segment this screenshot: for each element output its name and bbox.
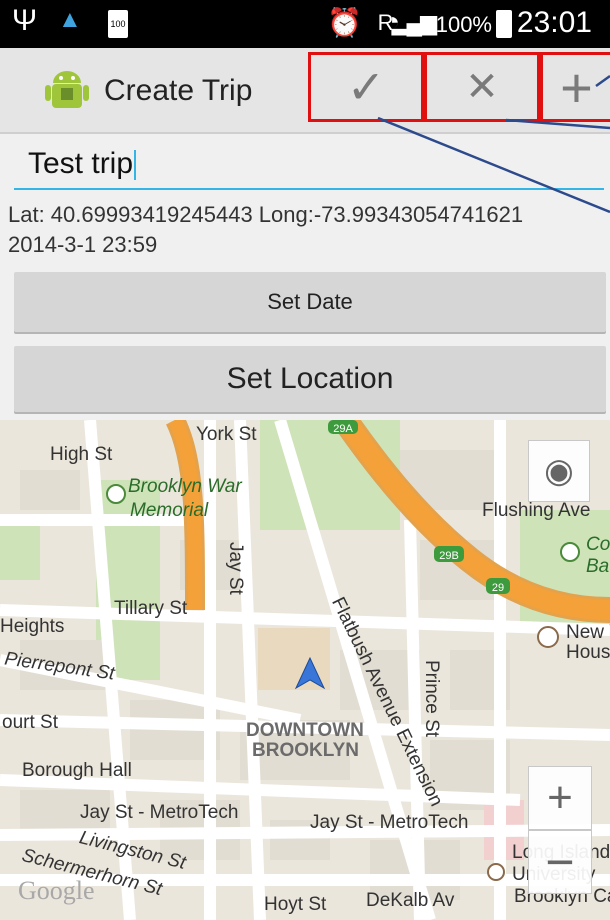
route-label: 29B: [439, 550, 459, 562]
battery-percent: 100%: [435, 12, 492, 37]
map-label: Borough Hall: [22, 760, 132, 781]
map-label: Flushing Ave: [482, 500, 591, 521]
roaming-label: R: [377, 10, 394, 35]
route-label: 29: [492, 582, 504, 594]
lat-long-text: Lat: 40.69993419245443 Long:-73.99343054…: [8, 202, 524, 227]
map-label: BROOKLYN: [252, 740, 359, 761]
battery-widget-icon: 100: [108, 10, 128, 38]
map-label: DeKalb Av: [366, 890, 455, 911]
zoom-in-button[interactable]: +: [528, 766, 592, 830]
map-label: New Y: [566, 622, 610, 643]
add-button[interactable]: +: [540, 52, 610, 122]
cancel-button[interactable]: ✕: [424, 52, 540, 122]
my-location-button[interactable]: ◉: [528, 440, 590, 502]
app-android-icon: [45, 71, 89, 108]
signal-icon: R▂▄▆: [377, 10, 437, 35]
park-area: [0, 520, 40, 580]
datetime-text: 2014-3-1 23:59: [8, 232, 158, 257]
map-label: ourt St: [2, 712, 58, 733]
zoom-minus-icon: −: [545, 834, 575, 890]
crosshair-icon: ◉: [544, 452, 574, 490]
battery-icon: [496, 10, 512, 38]
park-pin-icon: [106, 484, 126, 504]
trip-name-input[interactable]: Test trip: [14, 142, 604, 190]
checkmark-icon: ✓: [346, 61, 386, 113]
page-title: Create Trip: [104, 74, 253, 107]
zoom-plus-icon: +: [547, 773, 573, 822]
action-bar: Create Trip ✓ ✕ +: [0, 48, 610, 134]
map-label: Co: [586, 534, 610, 555]
set-location-button[interactable]: Set Location: [14, 346, 606, 412]
park-pin-icon: [560, 542, 580, 562]
zoom-out-button[interactable]: −: [528, 830, 592, 894]
map-label: Brooklyn War: [128, 476, 242, 497]
cleaner-icon: ▲: [58, 6, 82, 33]
map-label: Hoyt St: [264, 894, 327, 915]
trip-name-value: Test trip: [28, 147, 134, 180]
save-trip-button[interactable]: ✓: [308, 52, 424, 122]
map-label: Housi: [566, 642, 610, 663]
map-label: Jay St - MetroTech: [310, 812, 469, 833]
text-caret: [134, 150, 137, 181]
route-label: 29A: [333, 423, 353, 435]
map-label: DOWNTOWN: [246, 720, 364, 741]
map-label: York St: [196, 424, 257, 445]
google-logo: Google: [18, 876, 95, 905]
map-label: Jay St - MetroTech: [80, 802, 239, 823]
map-label: High St: [50, 444, 113, 465]
usb-icon: Ψ: [12, 4, 38, 37]
university-pin-icon: [487, 863, 505, 881]
map-label: Jay St: [225, 542, 246, 595]
alarm-icon: ⏰: [327, 7, 362, 38]
map-label: Tillary St: [114, 598, 188, 619]
clock: 23:01: [516, 6, 592, 39]
close-icon: ✕: [465, 65, 499, 109]
plus-icon: +: [560, 55, 593, 119]
museum-pin-icon: [537, 626, 559, 648]
set-date-button[interactable]: Set Date: [14, 272, 606, 332]
map-label: Prince St: [421, 660, 442, 738]
map-label: Memorial: [130, 500, 209, 521]
map-label: Heights: [0, 616, 65, 637]
map-label: Ba: [586, 556, 610, 577]
status-bar: Ψ ▲ 100 ⏰ ◔ R▂▄▆ 100% 23:01: [0, 0, 610, 48]
